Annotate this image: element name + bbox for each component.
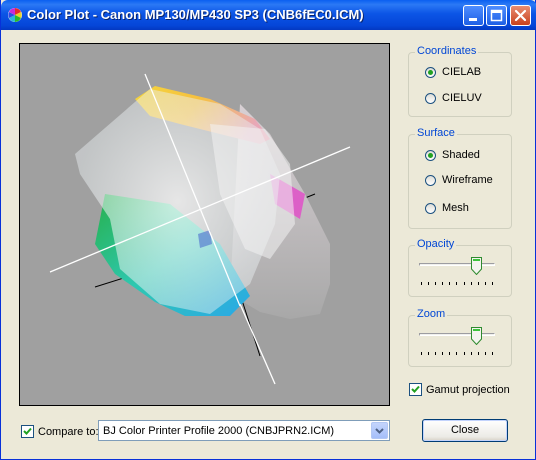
radio-mesh-label: Mesh [442, 202, 469, 214]
coordinates-group: Coordinates CIELAB CIELUV [408, 45, 512, 117]
title-bar[interactable]: Color Plot - Canon MP130/MP430 SP3 (CNB6… [1, 0, 536, 30]
window-title: Color Plot - Canon MP130/MP430 SP3 (CNB6… [27, 7, 364, 22]
chevron-down-icon [375, 428, 384, 434]
radio-mesh-indicator[interactable] [425, 202, 436, 214]
gamut-3d-render [49, 73, 351, 385]
maximize-icon [490, 9, 503, 22]
opacity-slider-thumb[interactable] [470, 257, 482, 275]
zoom-slider-ticks [421, 352, 493, 355]
color-plot-window: Color Plot - Canon MP130/MP430 SP3 (CNB6… [0, 0, 536, 460]
radio-shaded-label: Shaded [442, 149, 480, 161]
radio-cielab-indicator[interactable] [425, 66, 436, 78]
radio-cielab[interactable]: CIELAB [425, 66, 481, 78]
radio-cieluv-label: CIELUV [442, 92, 482, 104]
radio-shaded[interactable]: Shaded [425, 149, 480, 161]
opacity-slider[interactable] [409, 252, 511, 292]
opacity-slider-ticks [421, 282, 493, 285]
compare-profile-select[interactable]: BJ Color Printer Profile 2000 (CNBJPRN2.… [98, 420, 390, 441]
compare-to-checkbox[interactable] [21, 425, 34, 438]
zoom-slider[interactable] [409, 322, 511, 362]
close-window-button[interactable] [510, 5, 531, 26]
close-button[interactable]: Close [422, 419, 508, 442]
radio-wireframe[interactable]: Wireframe [425, 174, 493, 186]
radio-cielab-label: CIELAB [442, 66, 482, 78]
opacity-group: Opacity [408, 238, 512, 297]
coordinates-legend: Coordinates [415, 45, 479, 57]
close-icon [514, 9, 527, 22]
zoom-group: Zoom [408, 308, 512, 367]
radio-cieluv-indicator[interactable] [425, 92, 436, 104]
compare-to-label: Compare to: [38, 426, 99, 438]
radio-wireframe-indicator[interactable] [425, 174, 436, 186]
radio-cieluv[interactable]: CIELUV [425, 92, 482, 104]
surface-group: Surface Shaded Wireframe Mesh [408, 127, 512, 229]
opacity-legend: Opacity [415, 238, 457, 250]
opacity-slider-track[interactable] [419, 263, 495, 266]
zoom-legend: Zoom [415, 308, 448, 320]
radio-mesh[interactable]: Mesh [425, 202, 469, 214]
surface-legend: Surface [415, 127, 457, 139]
minimize-icon [469, 18, 477, 21]
maximize-button[interactable] [486, 5, 507, 26]
radio-wireframe-label: Wireframe [442, 174, 493, 186]
zoom-slider-thumb[interactable] [470, 327, 482, 345]
color-wheel-icon [8, 8, 22, 22]
checkmark-icon [23, 427, 32, 435]
minimize-button[interactable] [463, 5, 484, 26]
gamut-projection-label: Gamut projection [426, 384, 510, 396]
checkmark-icon [411, 385, 420, 393]
compare-profile-dropdown-button[interactable] [371, 422, 388, 439]
radio-shaded-indicator[interactable] [425, 149, 436, 161]
gamut-projection-checkbox[interactable] [409, 383, 422, 396]
zoom-slider-track[interactable] [419, 333, 495, 336]
gamut-plot[interactable] [19, 43, 390, 406]
compare-profile-value: BJ Color Printer Profile 2000 (CNBJPRN2.… [103, 425, 335, 437]
